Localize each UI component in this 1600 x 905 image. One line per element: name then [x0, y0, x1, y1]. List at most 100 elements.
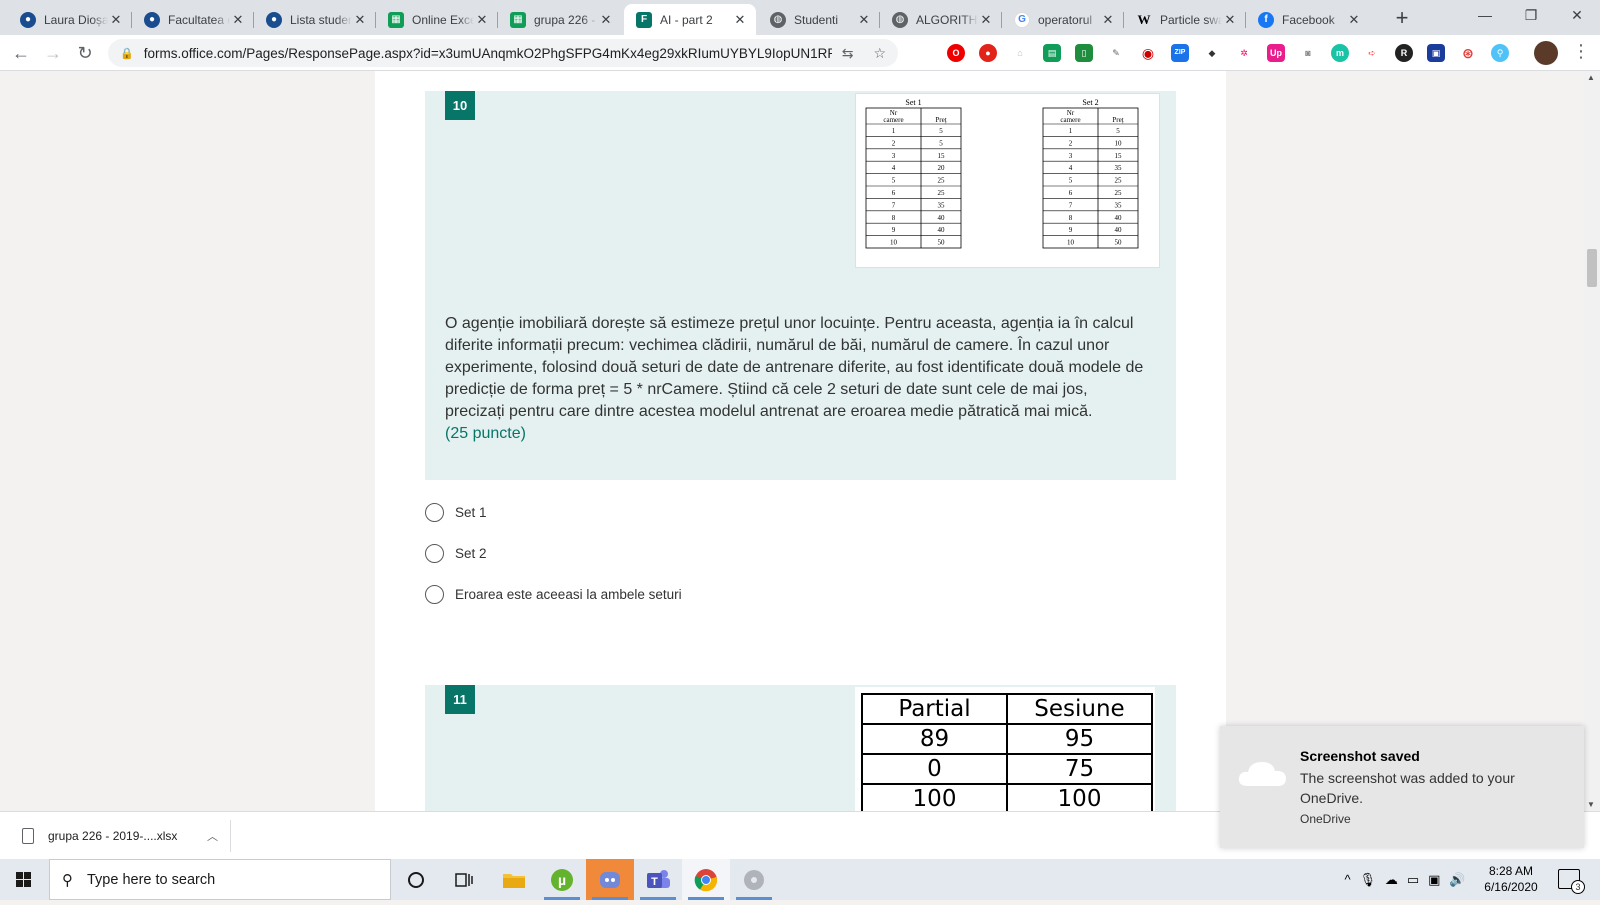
discord-button[interactable] — [586, 859, 634, 900]
menu-dots-icon[interactable]: ⋮ — [1572, 41, 1590, 62]
tab-laura-diosan[interactable]: ● Laura Dioșan ✕ — [8, 4, 132, 35]
tab-ai-part-2[interactable]: F AI - part 2 ✕ — [624, 4, 756, 35]
table-cell: 9 — [1069, 226, 1073, 234]
screenshot-extension-icon[interactable]: ◙ — [1299, 44, 1317, 62]
tab-operatorul[interactable]: G operatorul ✕ — [1002, 4, 1124, 35]
teams-icon: T — [647, 869, 670, 888]
table-cell: 3 — [1069, 152, 1073, 160]
notification-source: OneDrive — [1300, 812, 1351, 826]
notes-extension-icon[interactable]: ▯ — [1075, 44, 1093, 62]
chevron-up-icon[interactable]: ︿ — [207, 828, 218, 844]
zip-extension-icon[interactable]: ZIP — [1171, 44, 1189, 62]
close-tab-icon[interactable]: ✕ — [1100, 12, 1116, 28]
tab-lista-studenti[interactable]: ● Lista studenți ✕ — [254, 4, 376, 35]
minimize-button[interactable]: — — [1462, 0, 1508, 32]
action-center-icon[interactable]: 3 — [1558, 869, 1585, 894]
scroll-down-icon[interactable]: ▼ — [1587, 800, 1595, 809]
close-tab-icon[interactable]: ✕ — [230, 12, 246, 28]
notification-count-badge: 3 — [1571, 880, 1585, 894]
lock-extension-icon[interactable]: ⌂ — [1011, 44, 1029, 62]
close-tab-icon[interactable]: ✕ — [108, 12, 124, 28]
close-tab-icon[interactable]: ✕ — [1346, 12, 1362, 28]
new-tab-button[interactable]: + — [1388, 5, 1416, 33]
volume-icon[interactable]: 🔊 — [1449, 872, 1465, 888]
close-tab-icon[interactable]: ✕ — [474, 12, 490, 28]
bookmark-star-icon[interactable]: ☆ — [873, 45, 886, 62]
radio-button[interactable] — [425, 544, 444, 563]
scrollbar-thumb[interactable] — [1587, 249, 1597, 287]
question-11-table-image: Partial Sesiune 89 95 0 75 100 100 — [855, 687, 1155, 811]
file-explorer-button[interactable] — [490, 859, 538, 900]
table-cell: 100 — [1006, 783, 1153, 811]
option-same-error[interactable]: Eroarea este aceeasi la ambele seturi — [425, 585, 682, 604]
teams-button[interactable]: T — [634, 859, 682, 900]
monitor-extension-icon[interactable]: ▣ — [1427, 44, 1445, 62]
close-tab-icon[interactable]: ✕ — [856, 12, 872, 28]
chevron-up-icon[interactable]: ^ — [1344, 872, 1350, 887]
network-icon[interactable]: ▣ — [1428, 872, 1440, 888]
table-cell: 1 — [892, 127, 896, 135]
scroll-up-icon[interactable]: ▲ — [1587, 73, 1595, 82]
table-cell: 6 — [1069, 189, 1073, 197]
tab-facebook[interactable]: f Facebook ✕ — [1246, 4, 1370, 35]
opera-extension-icon[interactable]: O — [947, 44, 965, 62]
pen-extension-icon[interactable]: ✎ — [1107, 44, 1125, 62]
timer-extension-icon[interactable]: ✲ — [1235, 44, 1253, 62]
table-cell: 7 — [892, 201, 896, 209]
search-extension-icon[interactable]: ⚲ — [1491, 44, 1509, 62]
forward-arrow-icon[interactable]: → — [38, 38, 68, 68]
taskbar-clock[interactable]: 8:28 AM 6/16/2020 — [1470, 863, 1552, 895]
chrome-icon — [694, 868, 718, 891]
back-arrow-icon[interactable]: ← — [6, 38, 36, 68]
option-set-2[interactable]: Set 2 — [425, 544, 487, 563]
tab-grupa-226[interactable]: ▦ grupa 226 - 2 ✕ — [498, 4, 622, 35]
close-tab-icon[interactable]: ✕ — [978, 12, 994, 28]
onedrive-notification[interactable]: Screenshot saved The screenshot was adde… — [1220, 726, 1584, 848]
translate-icon[interactable]: ⇆ — [842, 45, 854, 62]
eye-extension-icon[interactable]: ◉ — [1139, 44, 1157, 62]
utorrent-button[interactable]: µ — [538, 859, 586, 900]
cortana-button[interactable] — [392, 859, 440, 900]
taskbar-search-box[interactable]: ⚲ Type here to search — [49, 859, 391, 900]
close-tab-icon[interactable]: ✕ — [352, 12, 368, 28]
download-item[interactable]: grupa 226 - 2019-....xlsx ︿ — [22, 821, 230, 851]
tab-algorithm[interactable]: ◍ ALGORITHM ✕ — [880, 4, 1002, 35]
r-extension-icon[interactable]: R — [1395, 44, 1413, 62]
table-cell: 5 — [939, 139, 943, 147]
close-tab-icon[interactable]: ✕ — [732, 12, 748, 28]
reload-icon[interactable]: ↻ — [70, 38, 100, 68]
task-view-button[interactable] — [440, 859, 488, 900]
profile-avatar[interactable] — [1534, 41, 1558, 65]
chrome-button[interactable] — [682, 859, 730, 900]
option-set-1[interactable]: Set 1 — [425, 503, 487, 522]
start-button[interactable] — [0, 859, 48, 900]
tab-particle-swarm[interactable]: W Particle swarm ✕ — [1124, 4, 1246, 35]
discord-icon — [600, 871, 620, 888]
table-cell: 25 — [1115, 177, 1123, 185]
onedrive-cloud-icon[interactable]: ☁ — [1385, 872, 1398, 888]
table-cell: 100 — [861, 783, 1008, 811]
radio-button[interactable] — [425, 585, 444, 604]
page-scrollbar[interactable]: ▲ ▼ — [1584, 71, 1600, 811]
tab-online-excel[interactable]: ▦ Online Excel ✕ — [376, 4, 498, 35]
tomato-extension-icon[interactable]: ● — [979, 44, 997, 62]
disc-app-button[interactable] — [730, 859, 778, 900]
close-window-button[interactable]: ✕ — [1554, 0, 1600, 32]
close-tab-icon[interactable]: ✕ — [1222, 12, 1238, 28]
up-extension-icon[interactable]: Up — [1267, 44, 1285, 62]
battery-icon[interactable]: ▭ — [1407, 872, 1419, 888]
cloud-icon — [1238, 762, 1286, 786]
microphone-icon[interactable]: 🎙 — [1359, 872, 1376, 888]
address-bar[interactable]: 🔒 forms.office.com/Pages/ResponsePage.as… — [108, 39, 898, 67]
spiral-extension-icon[interactable]: ⊛ — [1459, 44, 1477, 62]
close-tab-icon[interactable]: ✕ — [598, 12, 614, 28]
arrow-extension-icon[interactable]: ➪ — [1363, 44, 1381, 62]
restore-button[interactable]: ❐ — [1508, 0, 1554, 32]
m-extension-icon[interactable]: m — [1331, 44, 1349, 62]
radio-button[interactable] — [425, 503, 444, 522]
tab-studenti[interactable]: ◍ Studenti ✕ — [758, 4, 880, 35]
sheets-extension-icon[interactable]: ▤ — [1043, 44, 1061, 62]
tab-facultatea[interactable]: ● Facultatea de ✕ — [132, 4, 254, 35]
camera-extension-icon[interactable]: ◆ — [1203, 44, 1221, 62]
sheets-icon: ▦ — [388, 11, 404, 28]
